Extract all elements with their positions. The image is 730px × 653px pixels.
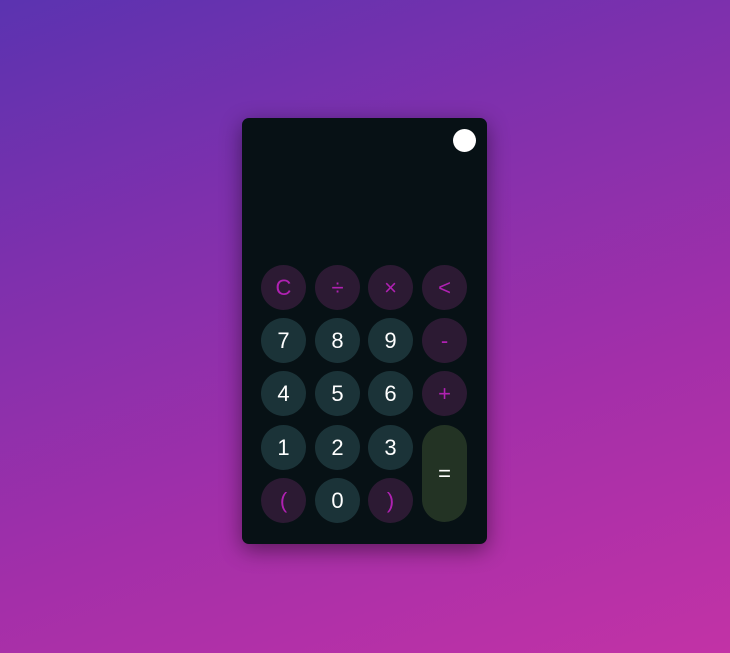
digit-9-button[interactable]: 9 [368, 318, 413, 363]
theme-toggle-button[interactable] [453, 129, 476, 152]
digit-3-button[interactable]: 3 [368, 425, 413, 470]
calculator: C ÷ × < 7 8 9 - 4 5 6 + 1 2 3 = ( 0 ) [242, 118, 487, 544]
subtract-button[interactable]: - [422, 318, 467, 363]
digit-5-button[interactable]: 5 [315, 371, 360, 416]
display [256, 158, 473, 258]
add-button[interactable]: + [422, 371, 467, 416]
digit-1-button[interactable]: 1 [261, 425, 306, 470]
digit-4-button[interactable]: 4 [261, 371, 306, 416]
digit-2-button[interactable]: 2 [315, 425, 360, 470]
backspace-button[interactable]: < [422, 265, 467, 310]
open-paren-button[interactable]: ( [261, 478, 306, 523]
equals-button[interactable]: = [422, 425, 467, 522]
digit-7-button[interactable]: 7 [261, 318, 306, 363]
digit-0-button[interactable]: 0 [315, 478, 360, 523]
digit-8-button[interactable]: 8 [315, 318, 360, 363]
divide-button[interactable]: ÷ [315, 265, 360, 310]
close-paren-button[interactable]: ) [368, 478, 413, 523]
digit-6-button[interactable]: 6 [368, 371, 413, 416]
multiply-button[interactable]: × [368, 265, 413, 310]
clear-button[interactable]: C [261, 265, 306, 310]
